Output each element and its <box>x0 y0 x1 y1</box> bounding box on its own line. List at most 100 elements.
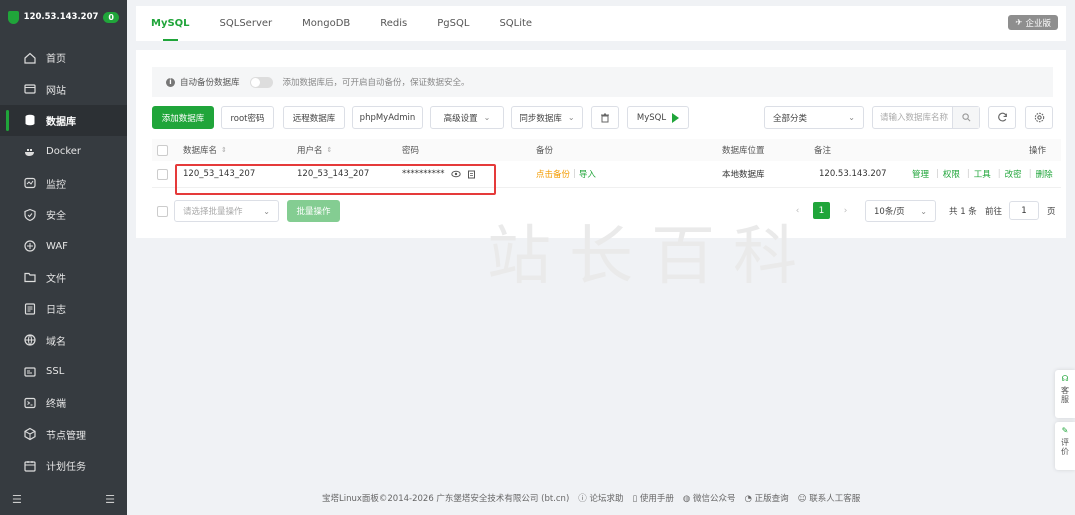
select-all-checkbox[interactable] <box>157 144 168 156</box>
sidebar-item-3[interactable]: Docker <box>0 136 127 167</box>
sidebar-item-5[interactable]: 安全 <box>0 199 127 230</box>
tab-mysql[interactable]: MySQL <box>151 6 190 41</box>
manage-link[interactable]: 管理 <box>912 168 929 180</box>
message-badge[interactable]: 0 <box>103 11 119 23</box>
sync-database-dropdown[interactable]: 同步数据库 ⌄ <box>511 106 583 129</box>
copy-icon[interactable] <box>467 170 476 179</box>
tab-mongodb[interactable]: MongoDB <box>302 6 350 41</box>
calendar-icon <box>23 459 37 473</box>
sidebar-item-label: 网站 <box>46 85 66 97</box>
auto-backup-label: 自动备份数据库 <box>180 78 240 88</box>
import-link[interactable]: 导入 <box>579 168 596 180</box>
sidebar-item-8[interactable]: 日志 <box>0 293 127 324</box>
sidebar-item-label: WAF <box>46 240 68 252</box>
goto-page-input[interactable]: 1 <box>1009 201 1039 220</box>
review-float[interactable]: ✎ 评价 <box>1055 422 1075 470</box>
copyright-text: 宝塔Linux面板©2014-2026 广东堡塔安全技术有限公司 (bt.cn) <box>322 494 570 504</box>
row-password: ********** <box>402 169 445 179</box>
sidebar-item-13[interactable]: 计划任务 <box>0 450 127 481</box>
sidebar-item-9[interactable]: 域名 <box>0 325 127 356</box>
phpmyadmin-button[interactable]: phpMyAdmin <box>352 106 423 129</box>
sidebar-item-label: 终端 <box>46 399 66 411</box>
backup-link[interactable]: 点击备份 <box>536 168 570 180</box>
root-password-button[interactable]: root密码 <box>221 106 274 129</box>
batch-operation-select[interactable]: 请选择批量操作 ⌄ <box>174 200 279 222</box>
settings-button[interactable] <box>1025 106 1053 129</box>
terminal-icon <box>23 396 37 410</box>
support-link[interactable]: ☺ 联系人工客服 <box>798 492 861 504</box>
category-select[interactable]: 全部分类 ⌄ <box>764 106 864 129</box>
forum-link[interactable]: ⓘ 论坛求助 <box>578 492 623 504</box>
manual-link[interactable]: ▯ 使用手册 <box>633 492 674 504</box>
col-username[interactable]: 用户名 ⇕ <box>297 139 332 161</box>
page-size-select[interactable]: 10条/页 ⌄ <box>865 200 936 222</box>
row-username: 120_53_143_207 <box>297 169 370 179</box>
search-box <box>872 106 980 129</box>
sidebar-item-12[interactable]: 节点管理 <box>0 419 127 450</box>
domain-icon <box>23 333 37 347</box>
database-table: 数据库名 ⇕ 用户名 ⇕ 密码 备份 数据库位置 备注 操作 120_53_143_… <box>152 139 1061 188</box>
tab-pgsql[interactable]: PgSQL <box>437 6 469 41</box>
enterprise-button[interactable]: ✈ 企业版 <box>1008 15 1058 30</box>
page-footer: 宝塔Linux面板©2014-2026 广东堡塔安全技术有限公司 (bt.cn)… <box>322 492 860 504</box>
next-page-button[interactable]: › <box>837 202 854 219</box>
bt-logo-icon <box>8 10 19 24</box>
remote-database-button[interactable]: 远程数据库 <box>283 106 345 129</box>
folder-icon <box>23 270 37 284</box>
refresh-button[interactable] <box>988 106 1016 129</box>
add-database-button[interactable]: 添加数据库 <box>152 106 214 129</box>
row-remark[interactable]: 120.53.143.207 <box>819 161 887 187</box>
advanced-settings-dropdown[interactable]: 高级设置 ⌄ <box>430 106 504 129</box>
toolbar: 添加数据库 root密码 远程数据库 phpMyAdmin 高级设置 ⌄ 同步数… <box>152 106 1053 129</box>
menu-settings-icon[interactable]: ☰ <box>105 493 115 509</box>
chevron-down-icon: ⌄ <box>567 113 575 122</box>
sidebar-item-6[interactable]: WAF <box>0 230 127 261</box>
sidebar-item-7[interactable]: 文件 <box>0 262 127 293</box>
ssl-icon <box>23 365 37 379</box>
search-button[interactable] <box>952 107 979 128</box>
sidebar-item-10[interactable]: SSL <box>0 356 127 387</box>
sidebar-item-2[interactable]: 数据库 <box>0 104 127 137</box>
monitor-icon <box>23 176 37 190</box>
tab-sqlserver[interactable]: SQLServer <box>220 6 273 41</box>
delete-link[interactable]: 删除 <box>1036 168 1053 180</box>
customer-service-float[interactable]: ☊ 客服 <box>1055 370 1075 418</box>
tab-redis[interactable]: Redis <box>380 6 407 41</box>
rocket-icon: ✈ <box>1015 17 1023 28</box>
verify-link[interactable]: ◔ 正版查询 <box>745 492 789 504</box>
search-input[interactable] <box>873 107 952 128</box>
chat-icon: ☺ <box>797 494 807 504</box>
tab-sqlite[interactable]: SQLite <box>499 6 532 41</box>
sidebar-item-0[interactable]: 首页 <box>0 42 127 73</box>
eye-icon[interactable] <box>450 170 461 178</box>
auto-backup-toggle[interactable] <box>249 76 273 88</box>
auto-backup-tip: 添加数据库后，可开启自动备份，保证数据安全。 <box>282 78 470 88</box>
goto-label: 前往 <box>985 207 1003 217</box>
page-1-button[interactable]: 1 <box>813 202 830 219</box>
chevron-down-icon: ⌄ <box>263 206 270 216</box>
gear-icon <box>1034 112 1044 123</box>
row-location: 本地数据库 <box>722 170 765 180</box>
batch-operation-button[interactable]: 批量操作 <box>287 200 340 222</box>
auto-backup-notice: i 自动备份数据库 添加数据库后，可开启自动备份，保证数据安全。 <box>152 67 1053 97</box>
prev-page-button[interactable]: ‹ <box>789 202 806 219</box>
node-icon <box>23 427 37 441</box>
sidebar-item-1[interactable]: 网站 <box>0 73 127 104</box>
sidebar-item-11[interactable]: 终端 <box>0 387 127 418</box>
trash-button[interactable] <box>591 106 619 129</box>
sidebar-item-label: 安全 <box>46 211 66 223</box>
sort-icon: ⇕ <box>326 146 333 154</box>
batch-and-pagination: 请选择批量操作 ⌄ 批量操作 ‹ 1 › 10条/页 ⌄ 共 1 条 前往 1 … <box>152 200 1061 222</box>
tools-link[interactable]: 工具 <box>974 168 991 180</box>
permission-link[interactable]: 权限 <box>943 168 960 180</box>
col-db-name[interactable]: 数据库名 ⇕ <box>183 139 227 161</box>
collapse-icon[interactable]: ☰ <box>12 493 22 509</box>
mysql-service-button[interactable]: MySQL <box>627 106 689 129</box>
sidebar-item-4[interactable]: 监控 <box>0 168 127 199</box>
batch-checkbox[interactable] <box>157 205 168 217</box>
wechat-link[interactable]: ◍ 微信公众号 <box>683 492 736 504</box>
row-checkbox[interactable] <box>157 168 168 180</box>
sidebar-item-label: 日志 <box>46 305 66 317</box>
database-panel: i 自动备份数据库 添加数据库后，可开启自动备份，保证数据安全。 添加数据库 r… <box>136 50 1066 238</box>
change-password-link[interactable]: 改密 <box>1005 168 1022 180</box>
